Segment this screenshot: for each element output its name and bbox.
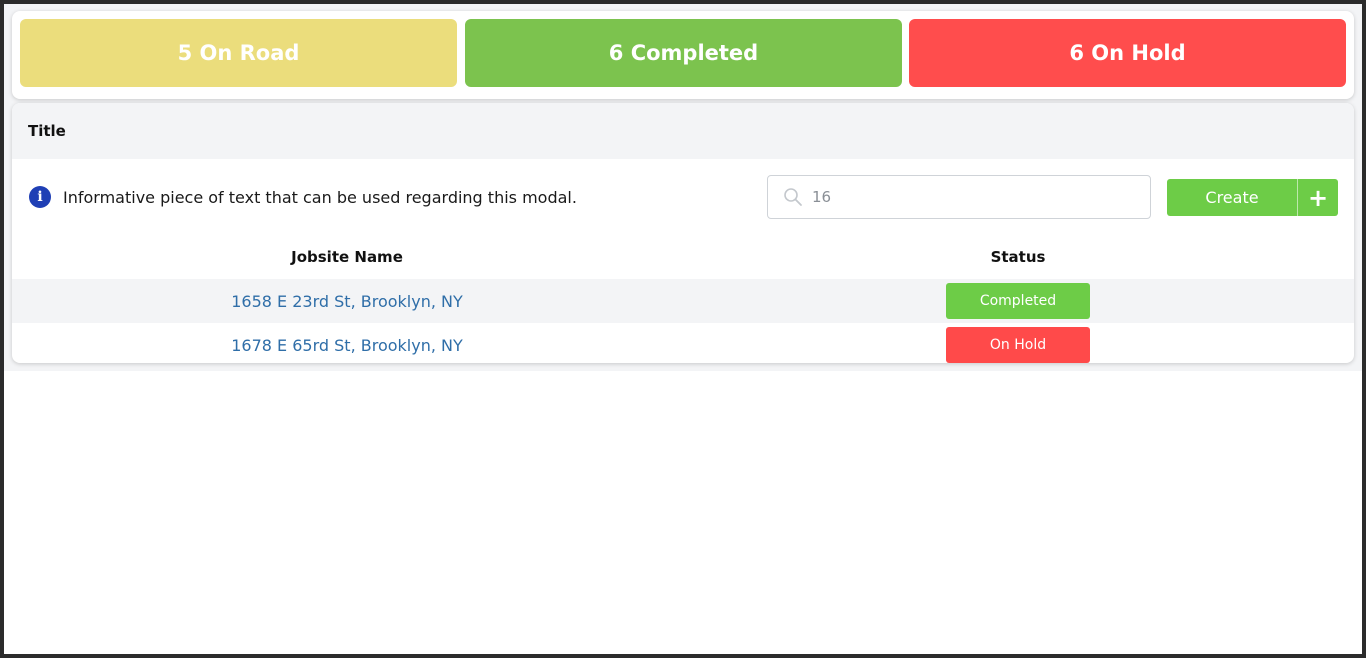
app-window: 5 On Road 6 Completed 6 On Hold Title i …: [4, 4, 1362, 654]
info-text: Informative piece of text that can be us…: [63, 187, 577, 207]
status-badge: On Hold: [946, 327, 1090, 363]
panel-title: Title: [12, 103, 1354, 159]
column-header-jobsite-name[interactable]: Jobsite Name: [12, 248, 682, 266]
create-button[interactable]: Create: [1167, 179, 1297, 216]
table-row: 1678 E 65rd St, Brooklyn, NY On Hold: [12, 323, 1354, 363]
column-header-status[interactable]: Status: [682, 248, 1354, 266]
stat-completed[interactable]: 6 Completed: [465, 19, 902, 87]
content-area: 5 On Road 6 Completed 6 On Hold Title i …: [4, 4, 1362, 371]
status-badge: Completed: [946, 283, 1090, 319]
jobsites-panel: Title i Informative piece of text that c…: [12, 103, 1354, 363]
stat-on-road[interactable]: 5 On Road: [20, 19, 457, 87]
table-header: Jobsite Name Status: [12, 235, 1354, 279]
status-summary-card: 5 On Road 6 Completed 6 On Hold: [12, 11, 1354, 99]
search-box[interactable]: [767, 175, 1151, 219]
search-input[interactable]: [812, 182, 1132, 212]
add-plus-button[interactable]: +: [1297, 179, 1338, 216]
stat-on-hold[interactable]: 6 On Hold: [909, 19, 1346, 87]
jobsites-table: Jobsite Name Status 1658 E 23rd St, Broo…: [12, 235, 1354, 363]
jobsite-link[interactable]: 1658 E 23rd St, Brooklyn, NY: [231, 292, 463, 311]
jobsite-link[interactable]: 1678 E 65rd St, Brooklyn, NY: [231, 336, 463, 355]
info-icon: i: [29, 186, 51, 208]
create-button-group: Create +: [1167, 179, 1338, 216]
info-message: i Informative piece of text that can be …: [29, 186, 577, 208]
table-row: 1658 E 23rd St, Brooklyn, NY Completed: [12, 279, 1354, 323]
search-icon: [784, 188, 802, 206]
